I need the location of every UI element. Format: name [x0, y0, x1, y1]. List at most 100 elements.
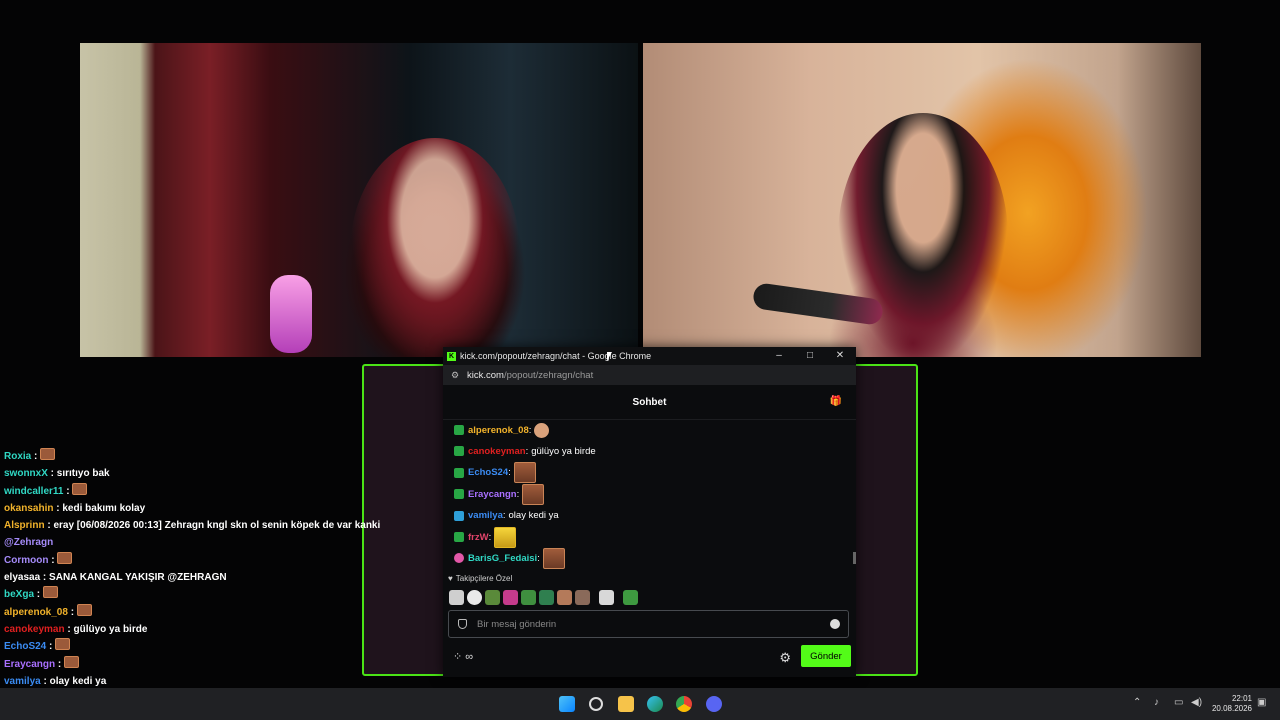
chat-message: frzW:: [454, 526, 517, 548]
points-icon[interactable]: ⁘ ∞: [453, 650, 473, 663]
overlay-chat-username: EchoS24: [4, 641, 47, 653]
window-titlebar[interactable]: K kick.com/popout/zehragn/chat - Google …: [443, 347, 856, 365]
chat-text: gülüyo ya birde: [531, 445, 596, 457]
chat-message: vamilya: olay kedi ya: [454, 506, 559, 526]
overlay-chat-username: canokeyman: [4, 623, 65, 635]
emote-icon: [72, 482, 88, 495]
heart-icon: ♥: [448, 574, 453, 583]
discord-icon[interactable]: [706, 696, 722, 712]
chat-username[interactable]: BarisG_Fedaisi: [468, 553, 537, 564]
emote-icon[interactable]: [521, 590, 536, 605]
emote-icon[interactable]: [575, 590, 590, 605]
network-icon[interactable]: ▭: [1174, 697, 1183, 708]
overlay-chat-separator: :: [31, 451, 41, 462]
chat-input[interactable]: Bir mesaj gönderin: [448, 610, 849, 638]
followers-only-text: Takipçilere Özel: [455, 574, 513, 583]
chat-input-placeholder: Bir mesaj gönderin: [477, 618, 557, 630]
chat-username[interactable]: vamilya: [468, 510, 503, 521]
close-button[interactable]: ✕: [825, 347, 855, 365]
emote-bar: [449, 590, 638, 605]
chat-message: EchoS24:: [454, 462, 536, 484]
chat-username[interactable]: frzW: [468, 532, 489, 543]
emoji-picker-icon[interactable]: [830, 619, 840, 629]
emote-icon[interactable]: [485, 590, 500, 605]
chat-text: olay kedi ya: [508, 510, 559, 522]
maximize-button[interactable]: □: [795, 347, 825, 365]
subscriber-badge-icon: [454, 510, 464, 521]
emote-icon[interactable]: [623, 590, 638, 605]
send-button[interactable]: Gönder: [801, 645, 851, 667]
chat-message: Eraycangn:: [454, 483, 545, 505]
overlay-chat-row: Cormoon :: [4, 551, 354, 569]
chat-footer: ⁘ ∞ ⚙ Gönder: [443, 645, 856, 669]
address-bar[interactable]: ⚙ kick.com/popout/zehragn/chat: [443, 365, 856, 385]
overlay-chat-separator: :: [48, 554, 58, 566]
minimize-button[interactable]: –: [764, 347, 794, 365]
followers-only-label: ♥ Takipçilere Özel: [448, 574, 512, 583]
chat-username[interactable]: canokeyman: [468, 446, 526, 457]
overlay-chat-row: windcaller11 :: [4, 482, 354, 500]
emote-icon[interactable]: [557, 590, 572, 605]
chat-title: Sohbet: [632, 396, 667, 408]
emote-icon: [76, 603, 92, 616]
overlay-chat-message: sırıtıyo bak: [56, 468, 110, 480]
chat-message: BarisG_Fedaisi:: [454, 547, 565, 569]
clock-date: 20.08.2026: [1211, 704, 1252, 713]
chat-separator: :: [502, 510, 506, 522]
overlay-chat-row: alperenok_08 :: [4, 603, 354, 621]
emote-icon: [57, 551, 73, 564]
emote-icon[interactable]: [503, 590, 518, 605]
chrome-icon[interactable]: [676, 696, 692, 712]
chat-emote-icon: [494, 526, 517, 548]
subscriber-badge-icon: [454, 553, 464, 564]
overlay-chat-message: kedi bakımı kolay: [62, 502, 146, 514]
gift-icon[interactable]: 🎁: [830, 396, 842, 407]
chat-separator: :: [537, 552, 540, 564]
overlay-chat-message: @Zehragn: [4, 537, 54, 549]
chevron-up-icon[interactable]: ⌃: [1133, 697, 1141, 708]
overlay-chat-username: beXga: [4, 589, 35, 601]
subscriber-badge-icon: [454, 467, 464, 478]
microphone-icon[interactable]: ♪: [1154, 697, 1159, 708]
streamer-left: [350, 138, 520, 357]
overlay-chat-username: windcaller11: [4, 485, 64, 497]
overlay-chat-username: Cormoon: [4, 554, 49, 566]
emote-icon[interactable]: [539, 590, 554, 605]
chat-emote-icon: [522, 483, 545, 505]
overlay-chat-username: elyasaa: [4, 572, 41, 584]
emote-icon[interactable]: [467, 590, 482, 605]
overlay-chat-separator: :: [67, 606, 77, 618]
clock-time: 22:01: [1231, 694, 1252, 703]
emote-icon[interactable]: [599, 590, 614, 605]
shield-icon: [458, 619, 467, 629]
emote-icon[interactable]: [449, 590, 464, 605]
edge-icon[interactable]: [647, 696, 663, 712]
chat-username[interactable]: alperenok_08: [468, 425, 529, 436]
start-icon[interactable]: [559, 696, 575, 712]
search-icon[interactable]: [589, 697, 603, 711]
overlay-chat-separator: :: [40, 572, 50, 584]
mouse-cursor: [607, 352, 612, 361]
overlay-chat-separator: :: [55, 658, 65, 670]
chat-emote-icon: [534, 422, 550, 438]
overlay-chat-username: Alsprinn: [4, 520, 45, 532]
overlay-chat-separator: :: [34, 589, 43, 601]
subscriber-badge-icon: [454, 532, 464, 542]
windows-taskbar: ⌃ ♪ ▭ ◀) 22:01 20.08.2026 ▣: [0, 688, 1280, 720]
clock[interactable]: 22:01 20.08.2026: [1212, 694, 1252, 714]
chat-scrollbar[interactable]: [853, 552, 856, 564]
chat-header: Sohbet 🎁: [443, 385, 856, 420]
emote-icon: [42, 586, 58, 599]
settings-gear-icon[interactable]: ⚙: [779, 650, 791, 666]
emote-icon: [64, 655, 80, 668]
overlay-chat-username: Eraycangn: [4, 658, 56, 670]
site-info-icon[interactable]: ⚙: [451, 370, 461, 381]
file-explorer-icon[interactable]: [618, 696, 634, 712]
notification-icon[interactable]: ▣: [1257, 697, 1266, 708]
url-host: kick.com: [467, 369, 504, 381]
volume-icon[interactable]: ◀): [1191, 697, 1202, 708]
chat-username[interactable]: Eraycangn: [468, 489, 517, 500]
overlay-chat-separator: :: [47, 468, 57, 480]
chat-username[interactable]: EchoS24: [468, 467, 508, 478]
emote-icon: [40, 448, 56, 460]
